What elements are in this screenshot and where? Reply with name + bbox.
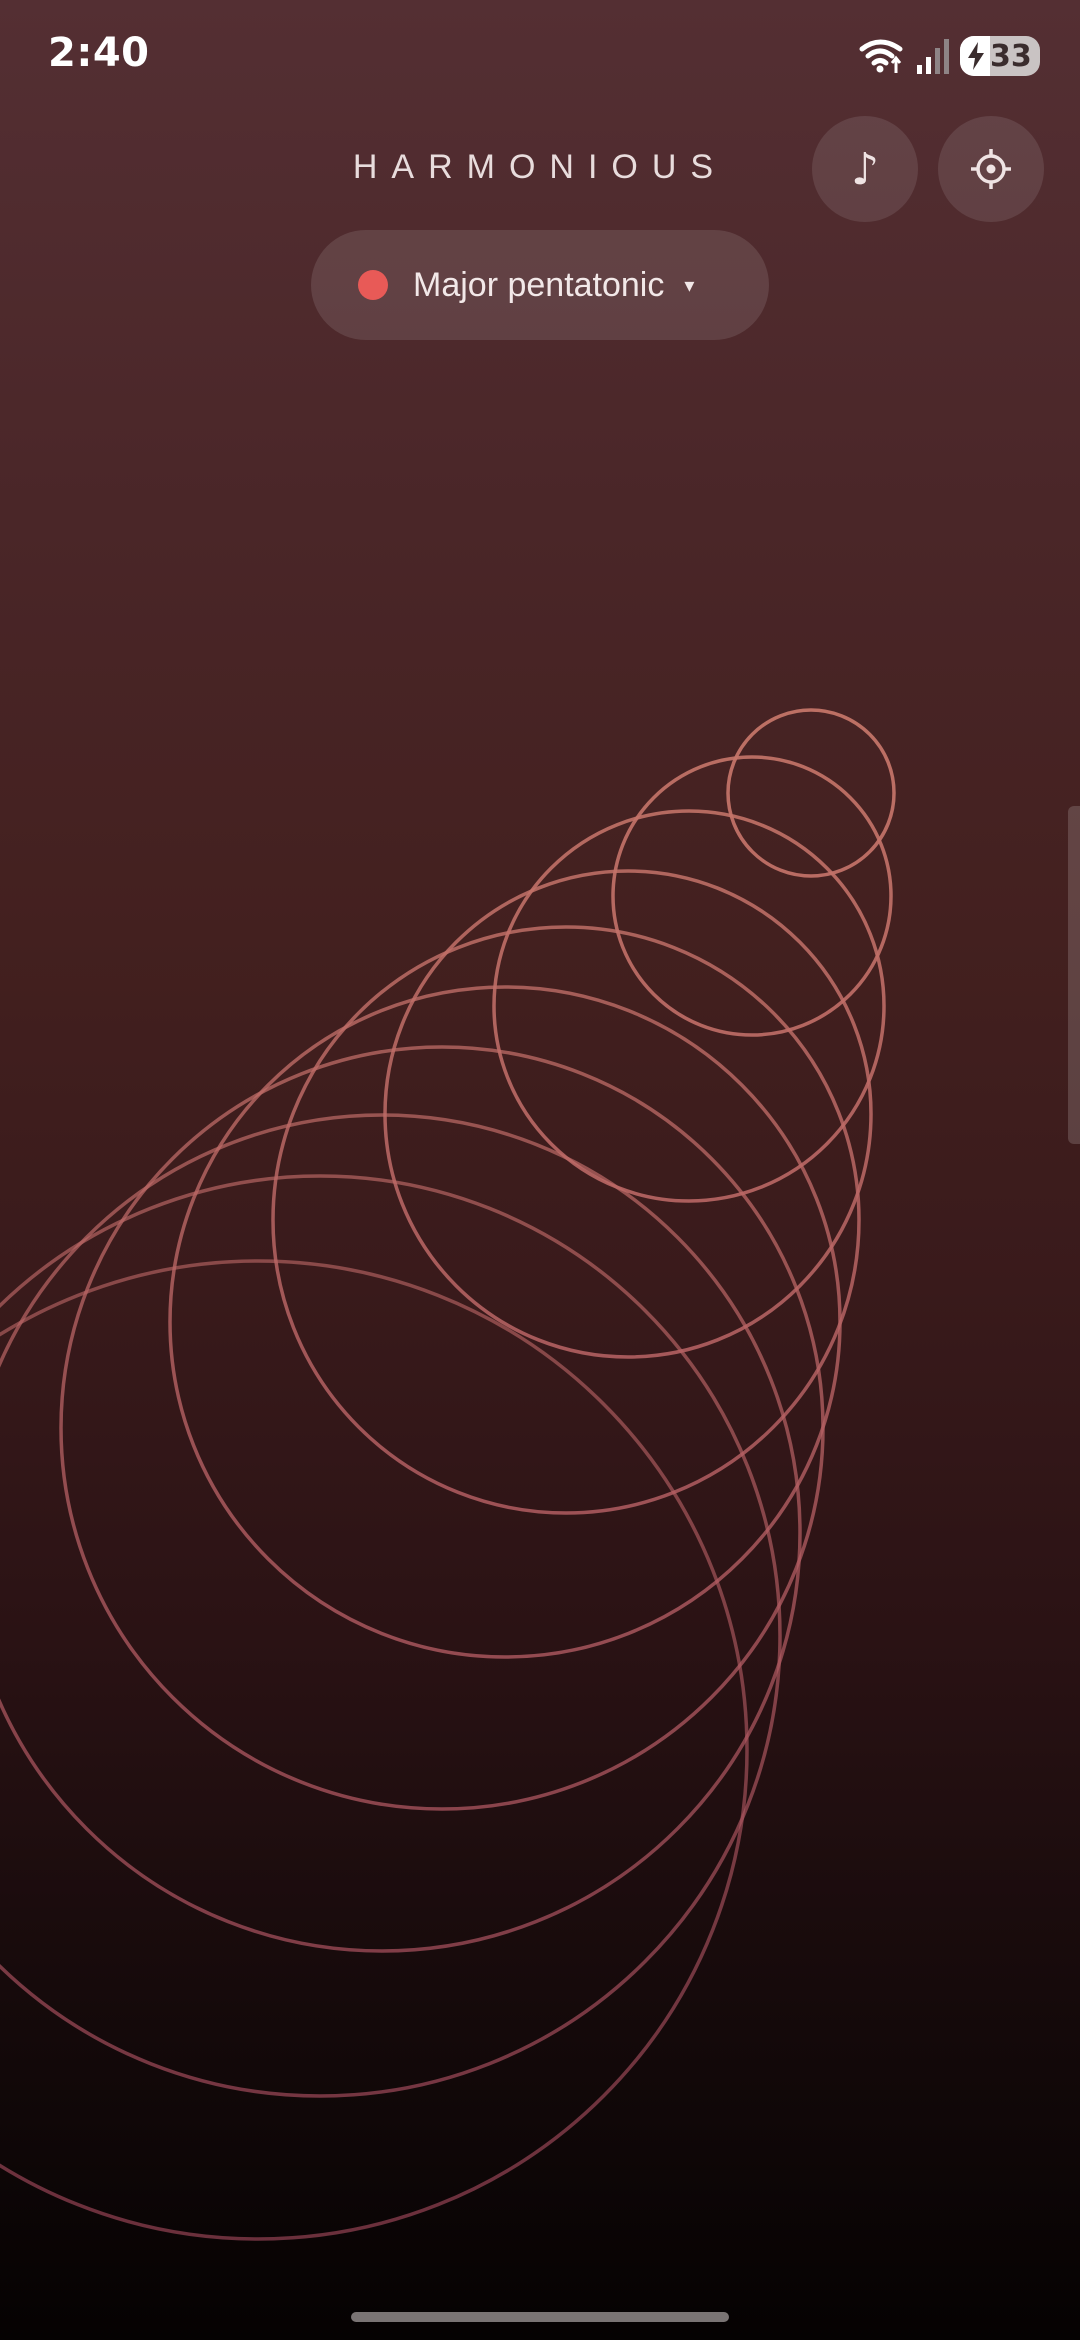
- battery-percentage: 33: [990, 38, 1032, 74]
- battery-charging-icon: [968, 42, 984, 70]
- edge-panel-handle[interactable]: [1068, 806, 1080, 1144]
- ring: [726, 708, 896, 878]
- ring: [59, 1045, 825, 1811]
- ring-visualizer[interactable]: [0, 0, 1080, 2340]
- home-indicator[interactable]: [351, 2312, 729, 2322]
- ring: [271, 925, 861, 1515]
- ring: [383, 869, 873, 1359]
- ring: [0, 1113, 802, 1953]
- ring: [492, 809, 886, 1203]
